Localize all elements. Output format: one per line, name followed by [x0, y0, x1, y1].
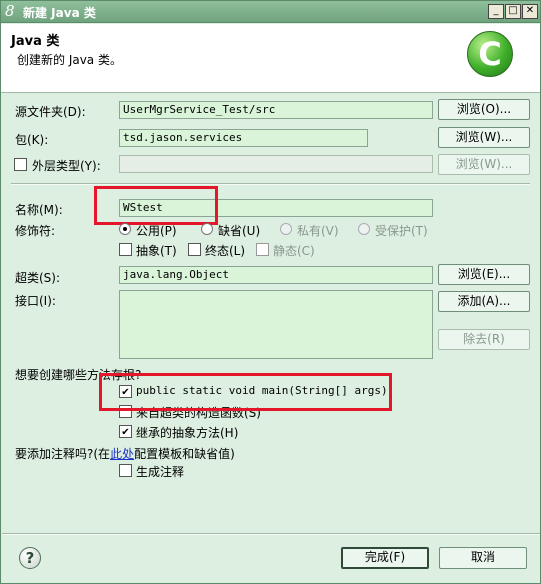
abstract-checkbox[interactable]: [119, 243, 132, 256]
cancel-button[interactable]: 取消: [439, 547, 527, 569]
superclass-label: 超类(S):: [15, 271, 61, 285]
browse-source-folder-button[interactable]: 浏览(O)...: [438, 99, 530, 120]
interfaces-list[interactable]: [119, 290, 433, 359]
java-class-logo-icon: C: [467, 31, 513, 77]
minimize-button[interactable]: _: [488, 4, 504, 19]
annotation-highlight-name: [94, 186, 218, 225]
separator: [11, 183, 530, 185]
browse-package-button[interactable]: 浏览(W)...: [438, 127, 530, 148]
enclosing-type-checkbox[interactable]: [14, 158, 27, 171]
configure-templates-link[interactable]: 此处: [110, 447, 134, 461]
modifier-protected-radio[interactable]: [358, 223, 370, 235]
page-title: Java 类: [11, 34, 60, 49]
final-label: 终态(L): [205, 244, 246, 258]
finish-button[interactable]: 完成(F): [341, 547, 429, 569]
package-input[interactable]: tsd.jason.services: [119, 129, 368, 147]
modifiers-label: 修饰符:: [15, 224, 56, 238]
static-label: 静态(C): [273, 244, 315, 258]
interfaces-label: 接口(I):: [15, 294, 56, 308]
inherited-abstract-methods-label: 继承的抽象方法(H): [136, 426, 239, 440]
comments-question: 要添加注释吗?(在此处配置模板和缺省值): [15, 445, 235, 462]
close-button[interactable]: ✕: [522, 4, 538, 19]
generate-comments-label: 生成注释: [136, 465, 185, 479]
annotation-highlight-main: [99, 373, 392, 411]
modifier-public-label: 公用(P): [136, 224, 177, 238]
abstract-label: 抽象(T): [136, 244, 177, 258]
browse-enclosing-type-button[interactable]: 浏览(W)...: [438, 154, 530, 175]
remove-interface-button[interactable]: 除去(R): [438, 329, 530, 350]
new-java-class-dialog: 8 新建 Java 类 _ □ ✕ Java 类 创建新的 Java 类。 C …: [0, 0, 541, 584]
footer-separator: [2, 533, 540, 535]
enclosing-type-label: 外层类型(Y):: [32, 159, 101, 173]
window-title: 新建 Java 类: [23, 6, 96, 20]
page-description: 创建新的 Java 类。: [17, 53, 122, 67]
enclosing-type-input[interactable]: [119, 155, 433, 173]
wizard-header: Java 类 创建新的 Java 类。 C: [1, 24, 540, 93]
maximize-button[interactable]: □: [505, 4, 521, 19]
generate-comments-checkbox[interactable]: [119, 464, 132, 477]
name-label: 名称(M):: [15, 203, 63, 217]
eclipse-8-icon: 8: [5, 2, 15, 20]
comments-question-prefix: 要添加注释吗?(在: [15, 447, 111, 461]
final-checkbox[interactable]: [188, 243, 201, 256]
modifier-default-radio[interactable]: [201, 223, 213, 235]
comments-question-suffix: 配置模板和缺省值): [134, 447, 235, 461]
static-checkbox[interactable]: [256, 243, 269, 256]
superclass-input[interactable]: java.lang.Object: [119, 266, 433, 284]
modifier-private-label: 私有(V): [297, 224, 339, 238]
browse-superclass-button[interactable]: 浏览(E)...: [438, 264, 530, 285]
package-label: 包(K):: [15, 133, 49, 147]
title-bar[interactable]: 8 新建 Java 类 _ □ ✕: [1, 1, 540, 23]
add-interface-button[interactable]: 添加(A)...: [438, 291, 530, 312]
modifier-default-label: 缺省(U): [218, 224, 261, 238]
inherited-abstract-methods-checkbox[interactable]: [119, 425, 132, 438]
source-folder-input[interactable]: UserMgrService_Test/src: [119, 101, 433, 119]
help-icon[interactable]: ?: [19, 547, 41, 569]
modifier-private-radio[interactable]: [280, 223, 292, 235]
modifier-public-radio[interactable]: [119, 223, 131, 235]
modifier-protected-label: 受保护(T): [375, 224, 428, 238]
class-logo-letter: C: [478, 35, 502, 73]
source-folder-label: 源文件夹(D):: [15, 105, 86, 119]
